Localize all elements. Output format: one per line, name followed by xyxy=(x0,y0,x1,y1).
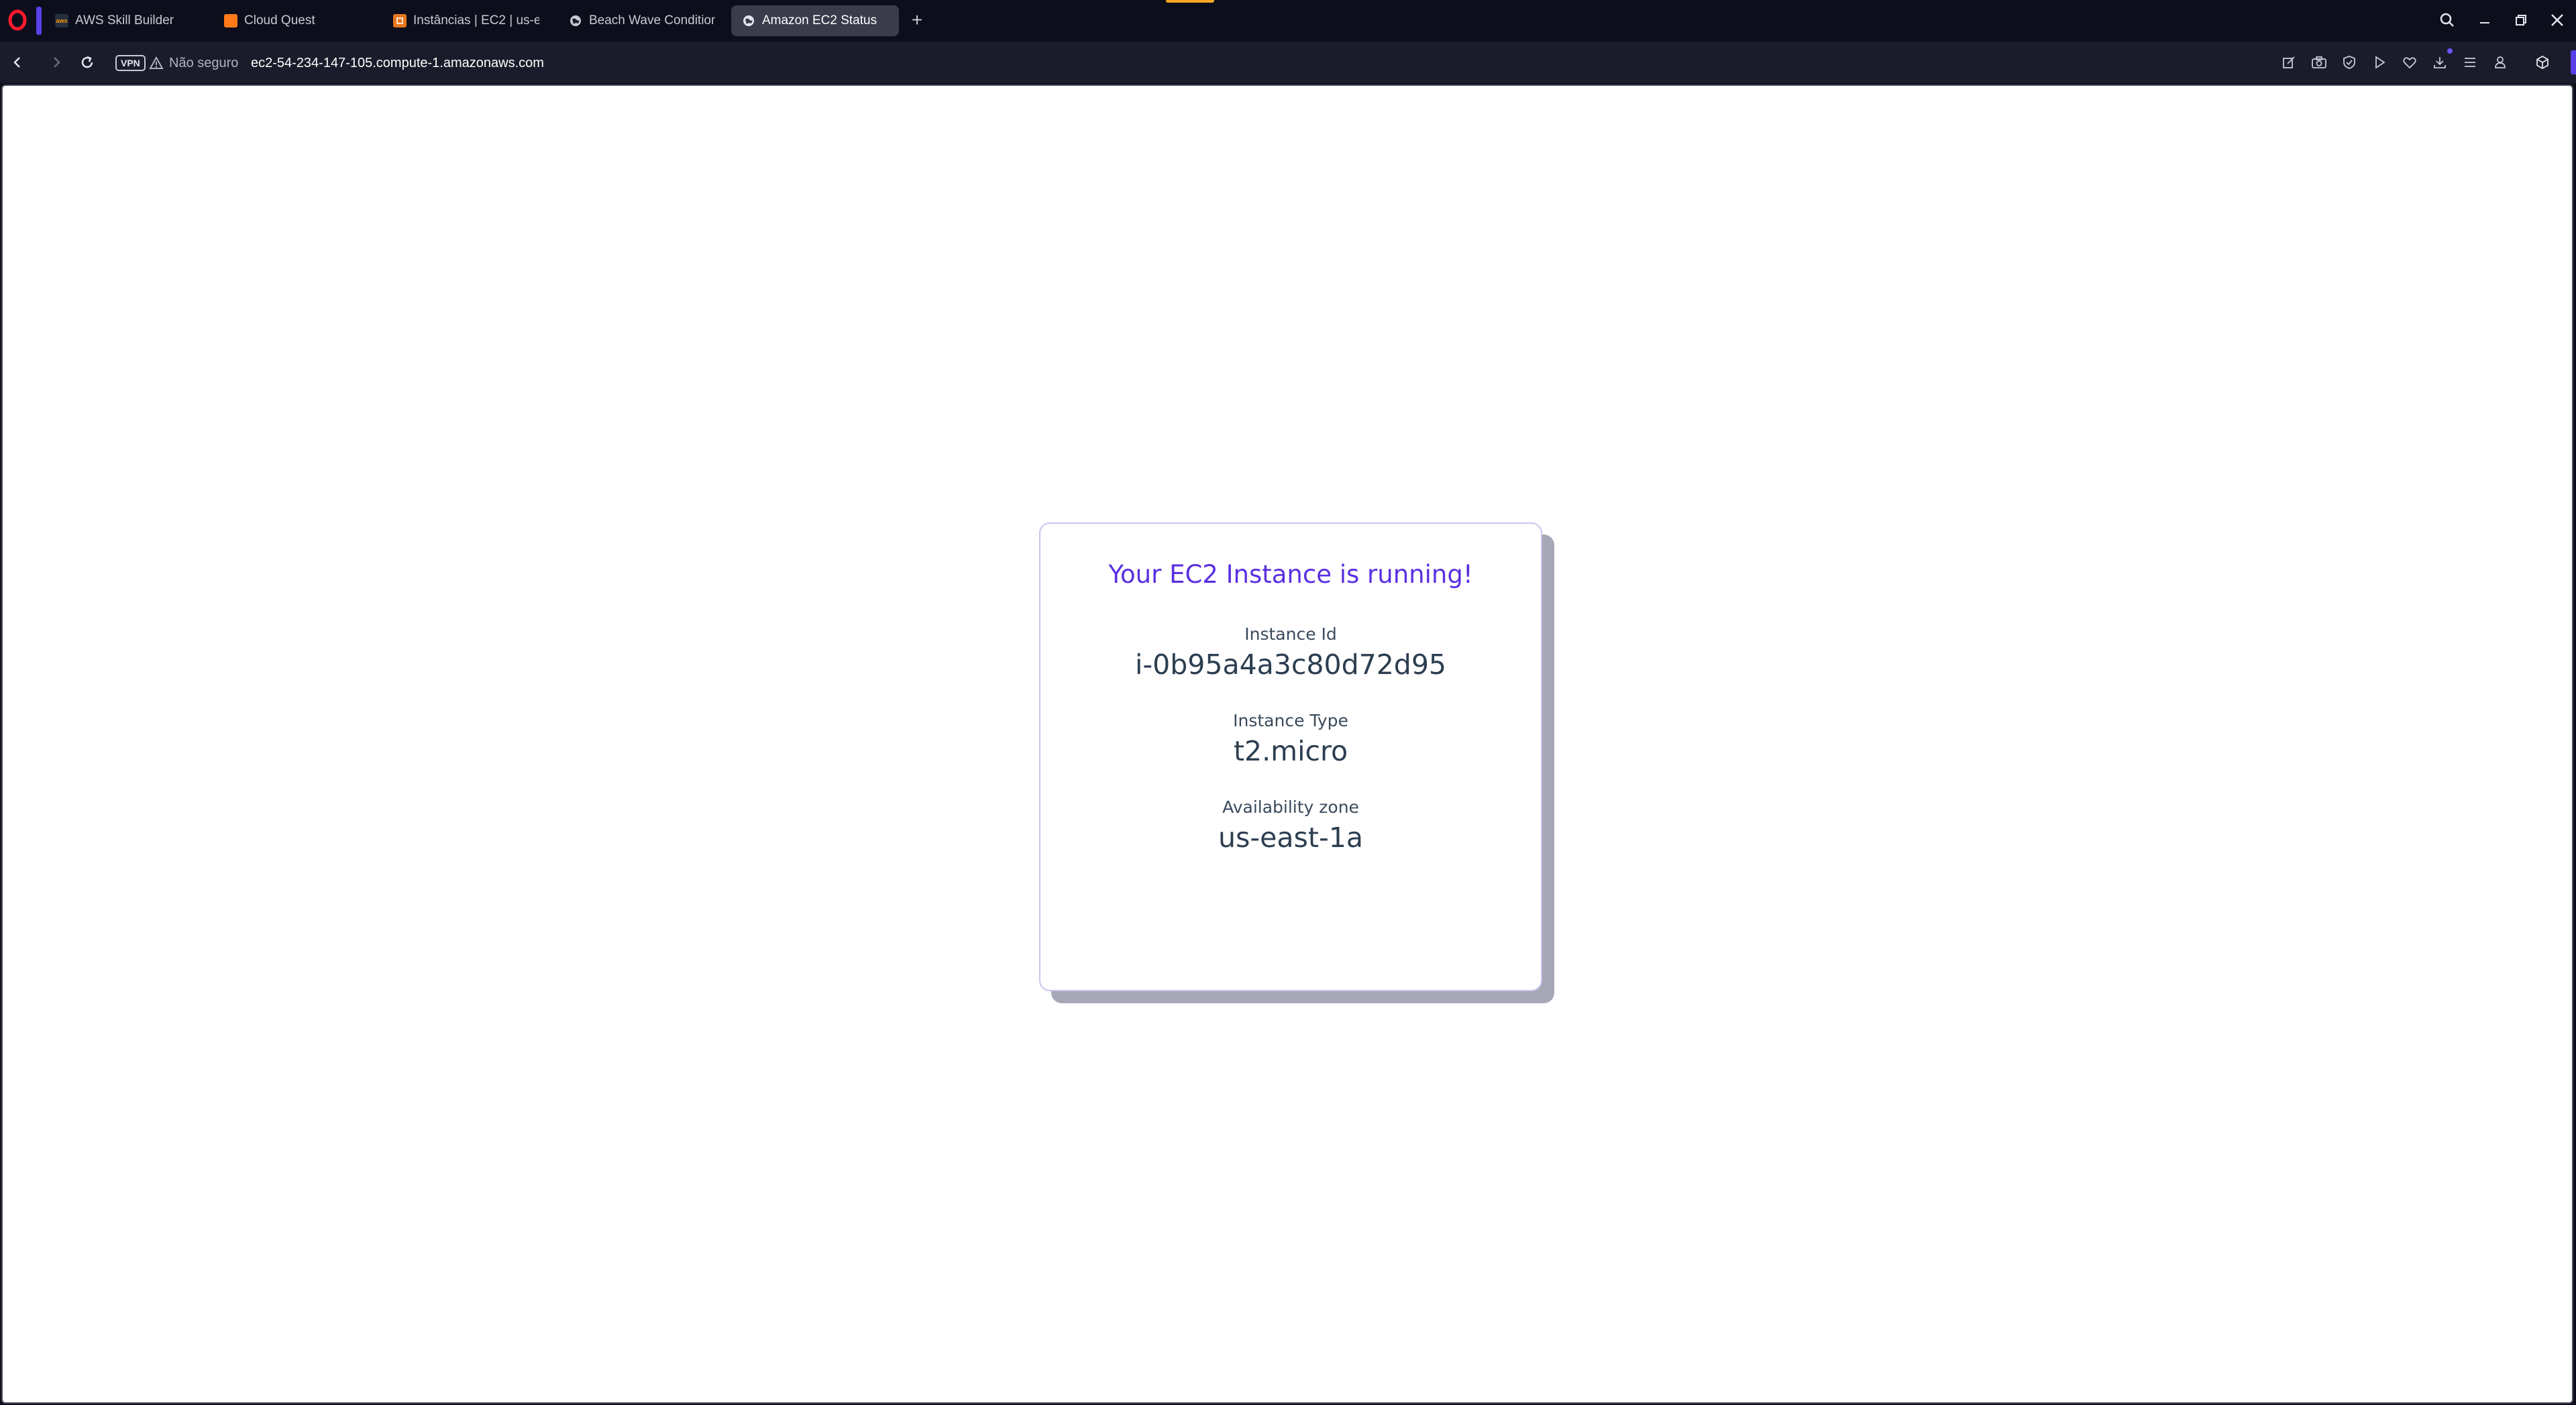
forward-icon[interactable] xyxy=(43,49,70,76)
edit-icon[interactable] xyxy=(2278,52,2300,73)
tab-label: Amazon EC2 Status xyxy=(762,13,877,27)
warning-icon xyxy=(149,56,164,69)
tab-ec2-instances[interactable]: Instâncias | EC2 | us-east xyxy=(382,5,550,36)
minimize-icon[interactable] xyxy=(2471,7,2498,34)
vpn-badge[interactable]: VPN xyxy=(115,55,146,71)
close-icon[interactable] xyxy=(2544,7,2571,34)
instance-id-value: i-0b95a4a3c80d72d95 xyxy=(1135,649,1446,681)
globe-icon xyxy=(742,14,755,27)
profile-icon[interactable] xyxy=(2489,52,2511,73)
restore-icon[interactable] xyxy=(2508,7,2534,34)
sidebar-indicator xyxy=(36,7,42,35)
tab-beach-wave-conditions[interactable]: Beach Wave Conditions xyxy=(558,5,726,36)
tab-label: Instâncias | EC2 | us-east xyxy=(413,13,539,27)
heart-icon[interactable] xyxy=(2399,52,2420,73)
tab-strip: aws AWS Skill Builder Cloud Quest Instân… xyxy=(0,0,2576,42)
shield-icon[interactable] xyxy=(2339,52,2360,73)
download-notification-dot xyxy=(2447,48,2453,54)
security-label: Não seguro xyxy=(169,55,239,70)
tab-search-icon[interactable] xyxy=(2434,7,2461,34)
page-viewport: Your EC2 Instance is running! Instance I… xyxy=(1,85,2573,1404)
instance-id-label: Instance Id xyxy=(1244,624,1337,644)
availability-zone-value: us-east-1a xyxy=(1218,822,1363,854)
tab-cloud-quest[interactable]: Cloud Quest xyxy=(213,5,381,36)
opera-menu-icon[interactable] xyxy=(7,9,28,31)
address-bar: VPN Não seguro ec2-54-234-147-105.comput… xyxy=(0,42,2576,83)
camera-icon[interactable] xyxy=(2308,52,2330,73)
tab-label: Cloud Quest xyxy=(244,13,315,27)
globe-icon xyxy=(569,14,582,27)
tab-amazon-ec2-status[interactable]: Amazon EC2 Status xyxy=(731,5,899,36)
reload-icon[interactable] xyxy=(74,49,101,76)
download-icon[interactable] xyxy=(2429,52,2451,73)
new-tab-button[interactable]: + xyxy=(907,11,927,31)
instance-type-label: Instance Type xyxy=(1233,711,1348,730)
tab-aws-skill-builder[interactable]: aws AWS Skill Builder xyxy=(44,5,212,36)
url-field[interactable]: ec2-54-234-147-105.compute-1.amazonaws.c… xyxy=(251,53,544,73)
play-icon[interactable] xyxy=(2369,52,2390,73)
tab-strip-accent xyxy=(1166,0,1214,3)
instance-type-value: t2.micro xyxy=(1233,735,1348,767)
sidebar-indicator-right xyxy=(2571,50,2576,74)
ec2-icon xyxy=(393,14,407,27)
easy-setup-icon[interactable] xyxy=(2459,52,2481,73)
tab-label: Beach Wave Conditions xyxy=(589,13,715,27)
extensions-cube-icon[interactable] xyxy=(2532,52,2553,73)
aws-icon: aws xyxy=(55,14,68,27)
instance-status-card: Your EC2 Instance is running! Instance I… xyxy=(1039,522,1542,991)
cloud-quest-icon xyxy=(224,14,237,27)
back-icon[interactable] xyxy=(4,49,31,76)
security-indicator[interactable]: Não seguro xyxy=(149,53,238,73)
tab-label: AWS Skill Builder xyxy=(75,13,174,27)
availability-zone-label: Availability zone xyxy=(1222,797,1359,817)
page-title: Your EC2 Instance is running! xyxy=(1108,560,1473,589)
